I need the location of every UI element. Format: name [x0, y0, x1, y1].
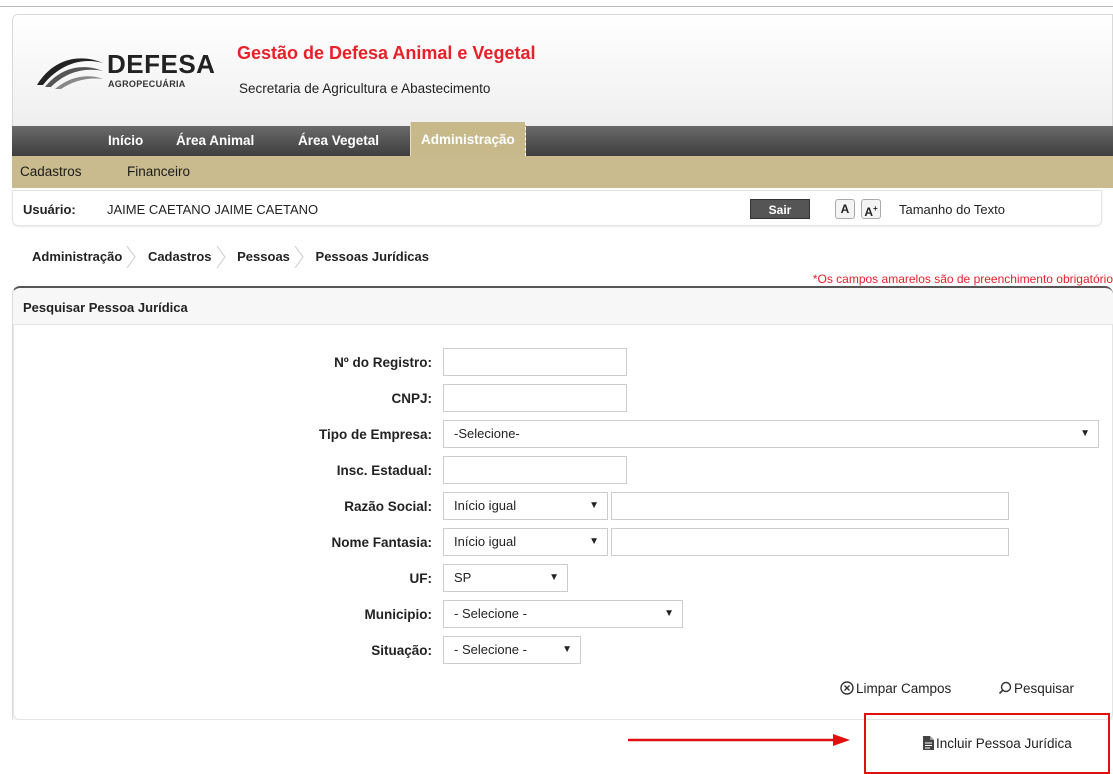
cnpj-label: CNPJ:: [391, 391, 432, 406]
breadcrumb-item-cadastros[interactable]: Cadastros: [138, 243, 226, 270]
nome-fantasia-label: Nome Fantasia:: [331, 535, 432, 550]
breadcrumb-label: Administração: [32, 249, 123, 264]
required-fields-note: *Os campos amarelos são de preenchimento…: [812, 272, 1113, 286]
dropdown-arrow-icon: ▼: [562, 644, 572, 655]
nome-fantasia-mode-select[interactable]: Início igual ▼: [443, 528, 608, 556]
nav-item-administracao[interactable]: Administração: [410, 122, 526, 156]
tipo-empresa-selected: -Selecione-: [454, 426, 520, 441]
document-icon: [923, 736, 934, 750]
clear-fields-button[interactable]: Limpar Campos: [840, 681, 951, 696]
include-pessoa-juridica-label: Incluir Pessoa Jurídica: [936, 736, 1072, 751]
search-label: Pesquisar: [1014, 681, 1075, 696]
logo-word: DEFESA: [107, 49, 216, 79]
logo-subword: AGROPECUÁRIA: [108, 79, 186, 89]
search-icon: [998, 681, 1012, 695]
user-bar: Usuário: JAIME CAETANO JAIME CAETANO Sai…: [12, 190, 1102, 226]
search-panel-body: Nº do Registro: CNPJ: Tipo de Empresa: -…: [13, 324, 1113, 720]
search-panel-title: Pesquisar Pessoa Jurídica: [23, 300, 188, 315]
chevron-right-icon: [294, 246, 304, 268]
razao-social-mode-selected: Início igual: [454, 498, 517, 513]
app-header: DEFESA AGROPECUÁRIA Gestão de Defesa Ani…: [12, 14, 1113, 126]
uf-select[interactable]: SP ▼: [443, 564, 568, 592]
breadcrumb-label: Pessoas: [237, 249, 290, 264]
situacao-selected: - Selecione -: [454, 642, 527, 657]
logout-button[interactable]: Sair: [750, 199, 810, 219]
tipo-empresa-select[interactable]: -Selecione- ▼: [443, 420, 1099, 448]
search-button[interactable]: Pesquisar: [998, 681, 1074, 696]
user-label: Usuário:: [23, 202, 76, 217]
app-title: Gestão de Defesa Animal e Vegetal: [237, 43, 536, 63]
breadcrumb-item-pessoas-juridicas: Pessoas Jurídicas: [306, 243, 441, 270]
razao-social-mode-select[interactable]: Início igual ▼: [443, 492, 608, 520]
insc-estadual-input[interactable]: [443, 456, 627, 484]
uf-selected: SP: [454, 570, 472, 585]
font-increase-plus: +: [873, 204, 878, 213]
clear-circle-icon: [840, 681, 854, 695]
dropdown-arrow-icon: ▼: [664, 608, 674, 619]
breadcrumb-label: Cadastros: [147, 249, 212, 264]
dropdown-arrow-icon: ▼: [589, 536, 599, 547]
font-decrease-button[interactable]: A: [835, 199, 855, 219]
subnav-item-cadastros[interactable]: Cadastros: [20, 164, 82, 179]
breadcrumb-item-pessoas[interactable]: Pessoas: [227, 243, 304, 270]
logo-swoosh-icon: [37, 58, 103, 89]
municipio-selected: - Selecione -: [454, 606, 527, 621]
tipo-empresa-label: Tipo de Empresa:: [318, 427, 432, 442]
defesa-logo[interactable]: DEFESA AGROPECUÁRIA: [33, 45, 216, 105]
razao-social-label: Razão Social:: [344, 499, 432, 514]
main-nav: Início Área Animal Área Vegetal Administ…: [12, 122, 1113, 156]
nome-fantasia-input[interactable]: [611, 528, 1009, 556]
cnpj-input[interactable]: [443, 384, 627, 412]
red-arrow-annotation: [628, 734, 850, 746]
nav-item-area-vegetal[interactable]: Área Vegetal: [298, 126, 379, 156]
chevron-right-icon: [216, 246, 226, 268]
subnav-item-financeiro[interactable]: Financeiro: [127, 164, 190, 179]
top-border-line: [0, 6, 1113, 7]
include-pessoa-juridica-link[interactable]: Incluir Pessoa Jurídica: [922, 736, 1072, 751]
uf-label: UF:: [409, 571, 433, 586]
municipio-label: Municipio:: [364, 607, 433, 622]
font-increase-letter: A: [864, 205, 873, 219]
situacao-label: Situação:: [371, 643, 432, 658]
dropdown-arrow-icon: ▼: [549, 572, 559, 583]
breadcrumb-label: Pessoas Jurídicas: [315, 249, 429, 264]
nav-item-inicio[interactable]: Início: [108, 126, 143, 156]
user-name: JAIME CAETANO JAIME CAETANO: [107, 202, 319, 217]
font-increase-button[interactable]: A+: [861, 199, 881, 219]
dropdown-arrow-icon: ▼: [1080, 428, 1090, 439]
app-subtitle: Secretaria de Agricultura e Abasteciment…: [239, 81, 491, 96]
chevron-right-icon: [126, 246, 136, 268]
municipio-select[interactable]: - Selecione - ▼: [443, 600, 683, 628]
breadcrumb: Administração Cadastros Pessoas Pessoas …: [22, 243, 441, 271]
registro-input[interactable]: [443, 348, 627, 376]
dropdown-arrow-icon: ▼: [589, 500, 599, 511]
sub-nav: Cadastros Financeiro: [12, 156, 1113, 188]
font-size-label: Tamanho do Texto: [899, 202, 1005, 217]
nav-item-area-animal[interactable]: Área Animal: [176, 126, 254, 156]
clear-fields-label: Limpar Campos: [856, 681, 952, 696]
nome-fantasia-mode-selected: Início igual: [454, 534, 517, 549]
breadcrumb-item-administracao[interactable]: Administração: [22, 243, 136, 270]
search-panel: Pesquisar Pessoa Jurídica Nº do Registro…: [12, 286, 1113, 720]
razao-social-input[interactable]: [611, 492, 1009, 520]
insc-estadual-label: Insc. Estadual:: [336, 463, 432, 478]
situacao-select[interactable]: - Selecione - ▼: [443, 636, 581, 664]
registro-label: Nº do Registro:: [334, 355, 432, 370]
